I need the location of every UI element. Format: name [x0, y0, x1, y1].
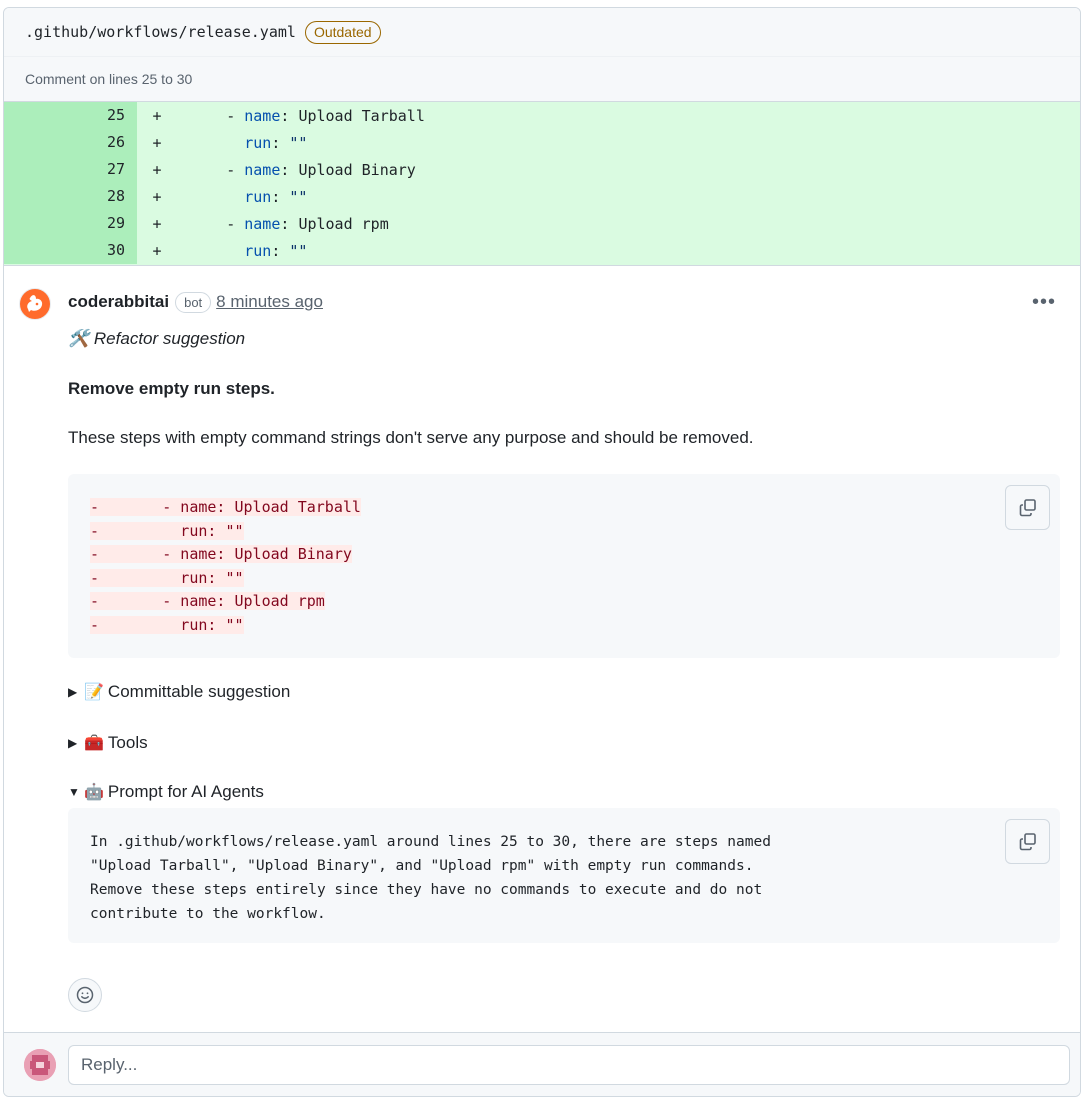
- file-header: .github/workflows/release.yaml Outdated: [4, 8, 1080, 56]
- diff-line: 28 + run: "": [4, 183, 1080, 210]
- copy-button[interactable]: [1005, 819, 1050, 864]
- current-user-avatar[interactable]: [24, 1049, 56, 1081]
- diff-sign: +: [152, 187, 162, 206]
- author-name[interactable]: coderabbitai: [68, 292, 169, 312]
- diff-code: run: "": [244, 133, 308, 152]
- toolbox-icon: 🧰: [84, 735, 104, 752]
- diff-code: - name: Upload Tarball: [226, 106, 425, 125]
- rabbit-logo-icon: [27, 295, 43, 312]
- comment-paragraph: These steps with empty command strings d…: [68, 428, 754, 447]
- diff-line: 25 + - name: Upload Tarball: [4, 102, 1080, 129]
- reply-area: [4, 1032, 1080, 1096]
- smiley-icon: [76, 986, 94, 1004]
- memo-icon: 📝: [84, 684, 104, 701]
- caret-down-icon: ▼: [68, 785, 80, 799]
- copy-icon: [1019, 498, 1036, 516]
- bot-badge: bot: [175, 291, 212, 313]
- refactor-label: 🛠️ Refactor suggestion: [68, 329, 246, 348]
- diff-line: 30 + run: "": [4, 237, 1080, 264]
- add-reaction-button[interactable]: [68, 978, 102, 1012]
- diff-sign: +: [152, 214, 162, 233]
- diff-sign: +: [152, 160, 162, 179]
- outdated-badge: Outdated: [304, 20, 381, 44]
- line-number[interactable]: 29: [4, 210, 137, 237]
- reply-input[interactable]: [68, 1045, 1070, 1085]
- prompt-code-block: In .github/workflows/release.yaml around…: [68, 808, 1060, 943]
- prompt-line: Remove these steps entirely since they h…: [90, 882, 763, 898]
- deleted-line: - - name: Upload Binary: [90, 545, 352, 563]
- line-number[interactable]: 28: [4, 183, 137, 210]
- diff-sign: +: [152, 241, 162, 260]
- comment-header: coderabbitai bot 8 minutes ago: [68, 291, 323, 313]
- comment-heading: Remove empty run steps.: [68, 379, 275, 398]
- committable-suggestion-toggle[interactable]: ▶ 📝 Committable suggestion: [68, 682, 290, 702]
- author-avatar[interactable]: [19, 288, 51, 320]
- deleted-line: - run: "": [90, 568, 244, 587]
- diff-code: - name: Upload rpm: [226, 214, 389, 233]
- deleted-line: - run: "": [90, 521, 244, 540]
- identicon-icon: [24, 1049, 56, 1081]
- prompt-line: "Upload Tarball", "Upload Binary", and "…: [90, 858, 754, 874]
- tools-toggle[interactable]: ▶ 🧰 Tools: [68, 733, 148, 753]
- caret-right-icon: ▶: [68, 685, 78, 699]
- review-thread: .github/workflows/release.yaml Outdated …: [3, 7, 1081, 1097]
- diff-line: 27 + - name: Upload Binary: [4, 156, 1080, 183]
- comment-timestamp[interactable]: 8 minutes ago: [216, 292, 323, 312]
- hammer-wrench-icon: 🛠️: [68, 329, 90, 348]
- diff-sign: +: [152, 106, 162, 125]
- file-path[interactable]: .github/workflows/release.yaml: [25, 23, 296, 41]
- diff-sign: +: [152, 133, 162, 152]
- prompt-line: In .github/workflows/release.yaml around…: [90, 834, 771, 850]
- line-number[interactable]: 26: [4, 129, 137, 156]
- prompt-line: contribute to the workflow.: [90, 906, 326, 922]
- caret-right-icon: ▶: [68, 736, 78, 750]
- diff-code: run: "": [244, 187, 308, 206]
- prompt-for-ai-agents-toggle[interactable]: ▼ 🤖 Prompt for AI Agents: [68, 782, 264, 802]
- kebab-horizontal-icon[interactable]: •••: [1032, 291, 1056, 314]
- suggestion-code-block: - - name: Upload Tarball - run: "" - - n…: [68, 474, 1060, 658]
- diff-line: 29 + - name: Upload rpm: [4, 210, 1080, 237]
- deleted-line: - - name: Upload rpm: [90, 592, 325, 610]
- robot-icon: 🤖: [84, 784, 104, 801]
- deleted-line: - run: "": [90, 615, 244, 634]
- line-number[interactable]: 25: [4, 102, 137, 129]
- deleted-line: - - name: Upload Tarball: [90, 498, 361, 516]
- comment-range-label: Comment on lines 25 to 30: [4, 56, 1080, 102]
- copy-button[interactable]: [1005, 485, 1050, 530]
- diff-code: - name: Upload Binary: [226, 160, 416, 179]
- line-number[interactable]: 27: [4, 156, 137, 183]
- diff-line: 26 + run: "": [4, 129, 1080, 156]
- diff-hunk: 25 + - name: Upload Tarball 26 + run: ""…: [4, 102, 1080, 266]
- diff-code: run: "": [244, 241, 308, 260]
- copy-icon: [1019, 832, 1036, 850]
- line-number[interactable]: 30: [4, 237, 137, 264]
